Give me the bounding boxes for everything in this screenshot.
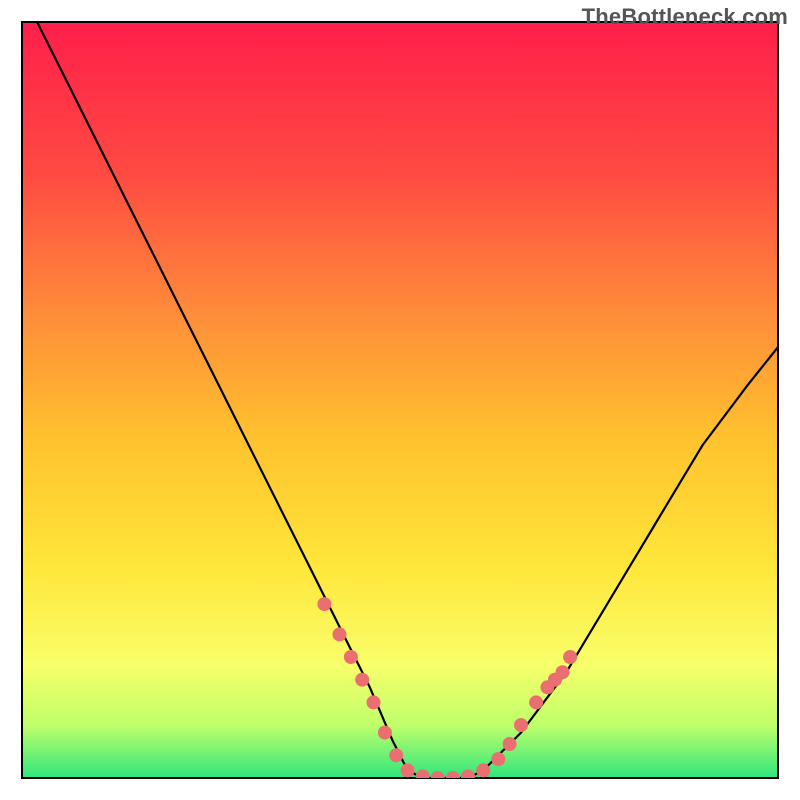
highlight-dot <box>389 748 403 762</box>
highlight-dot <box>317 597 331 611</box>
highlight-dot <box>355 673 369 687</box>
highlight-dot <box>476 763 490 777</box>
bottleneck-chart <box>0 0 800 800</box>
highlight-dot <box>529 695 543 709</box>
watermark-text: TheBottleneck.com <box>582 4 788 30</box>
highlight-dot <box>491 752 505 766</box>
highlight-dot <box>514 718 528 732</box>
highlight-dot <box>416 770 430 784</box>
highlight-dot <box>431 771 445 785</box>
chart-stage: TheBottleneck.com <box>0 0 800 800</box>
highlight-dot <box>401 763 415 777</box>
highlight-dot <box>556 665 570 679</box>
highlight-dot <box>344 650 358 664</box>
highlight-dot <box>563 650 577 664</box>
highlight-dot <box>333 627 347 641</box>
highlight-dot <box>367 695 381 709</box>
gradient-background <box>22 22 778 778</box>
highlight-dot <box>503 737 517 751</box>
highlight-dot <box>446 771 460 785</box>
highlight-dot <box>461 770 475 784</box>
highlight-dot <box>378 726 392 740</box>
